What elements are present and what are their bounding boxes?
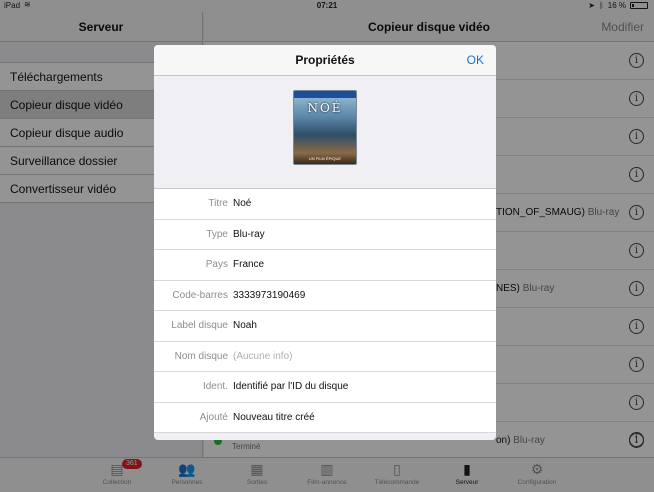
cover-image: NOÉ UN FILM ÉPIQUE [293, 90, 357, 165]
property-row: Ajouté Nouveau titre créé [154, 403, 496, 433]
property-row: Code-barres 3333973190469 [154, 281, 496, 311]
property-label: Pays [205, 259, 228, 270]
property-row: Ident. Identifié par l'ID du disque [154, 372, 496, 403]
property-row: Label disque Noah [154, 311, 496, 342]
property-label: Label disque [171, 320, 228, 331]
property-value: 3333973190469 [233, 289, 306, 301]
property-label: Titre [208, 198, 228, 209]
property-row: Pays France [154, 250, 496, 281]
cover-subtitle: UN FILM ÉPIQUE [308, 156, 342, 161]
property-value: (Aucune info) [233, 350, 293, 362]
property-row: Titre Noé [154, 189, 496, 220]
properties-list: Titre Noé Type Blu-ray Pays France Code-bar… [154, 188, 496, 433]
cover-title: NOÉ [307, 101, 343, 115]
property-value: Noah [233, 320, 257, 331]
property-row: Type Blu-ray [154, 220, 496, 250]
bluray-band [294, 91, 356, 98]
property-label: Type [206, 228, 228, 240]
dialog-header: Propriétés OK [154, 45, 496, 76]
property-value: Noé [233, 198, 252, 209]
dialog-title: Propriétés [295, 53, 355, 67]
property-label: Ident. [202, 381, 228, 392]
property-row: Nom disque (Aucune info) [154, 342, 496, 372]
property-value: France [233, 259, 265, 270]
property-value: Blu-ray [233, 228, 265, 240]
ok-button[interactable]: OK [467, 45, 484, 76]
property-label: Nom disque [174, 350, 228, 362]
property-label: Code-barres [172, 289, 228, 301]
property-value: Nouveau titre créé [233, 411, 315, 423]
cover-area: NOÉ UN FILM ÉPIQUE [154, 76, 496, 188]
properties-dialog: Propriétés OK NOÉ UN FILM ÉPIQUE Titre No… [154, 45, 496, 440]
property-label: Ajouté [199, 411, 228, 423]
property-value: Identifié par l'ID du disque [233, 381, 349, 392]
